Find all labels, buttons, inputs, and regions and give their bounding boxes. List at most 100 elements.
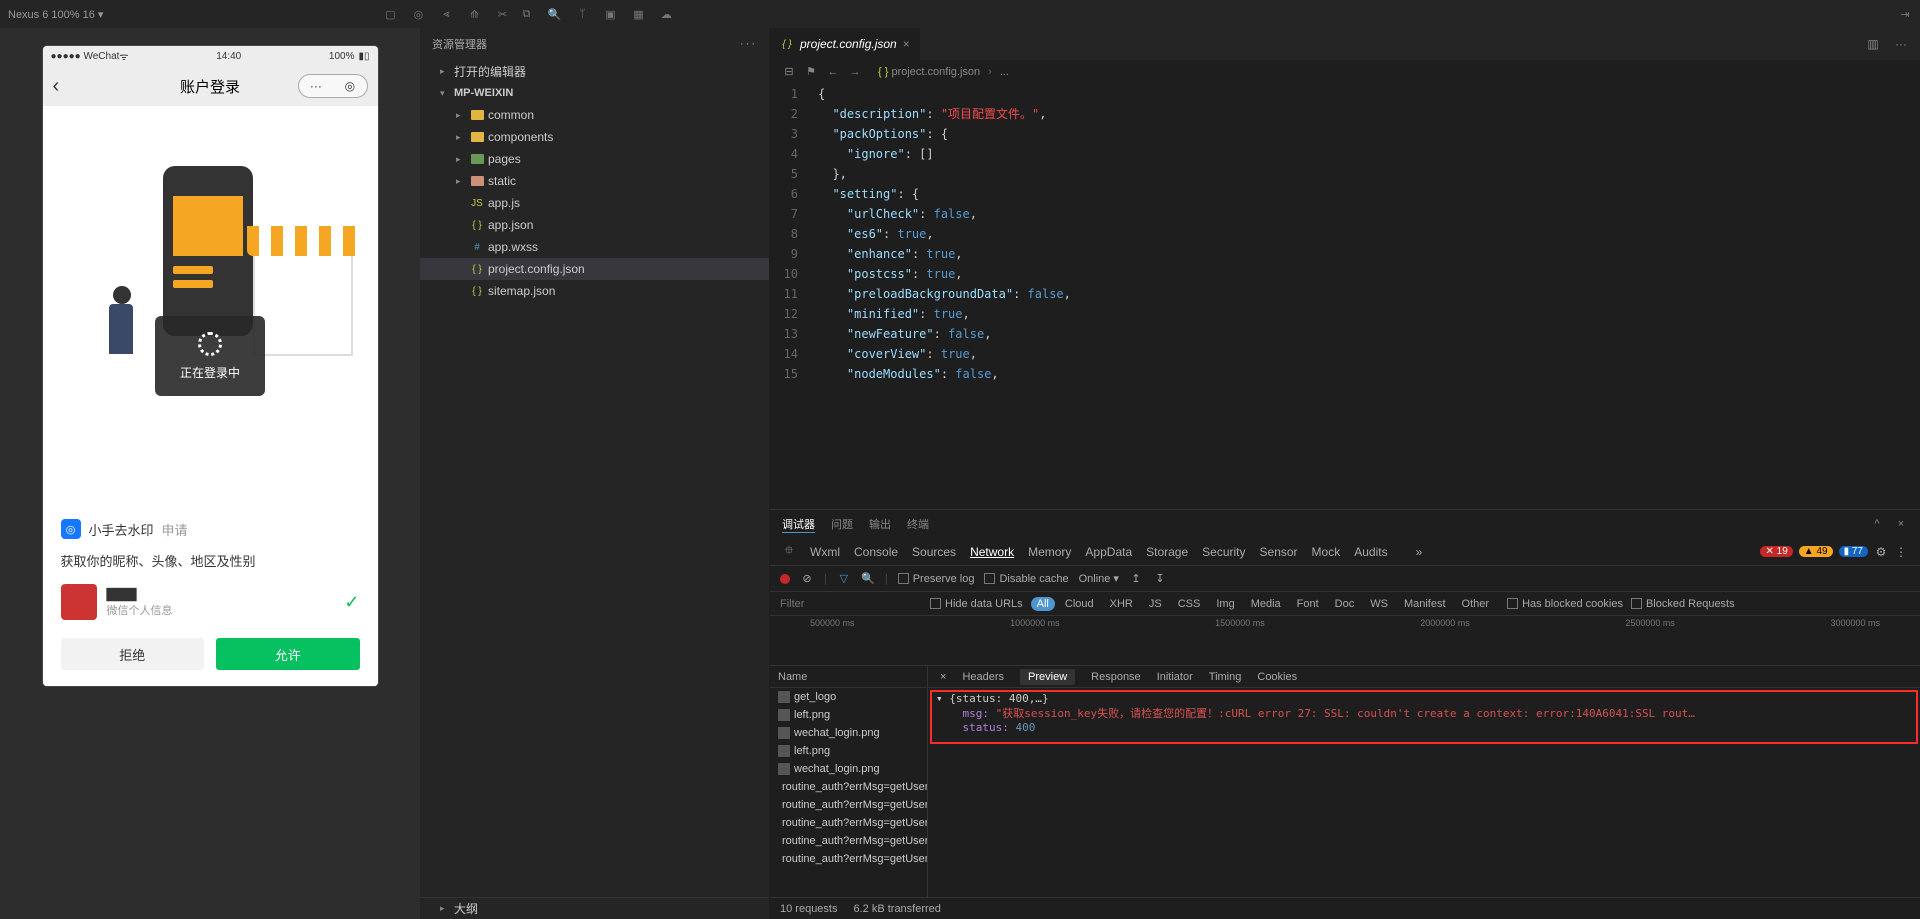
close-detail-icon[interactable]: × (940, 671, 946, 683)
gear-icon[interactable]: ⚙ (1874, 545, 1888, 559)
share-icon[interactable]: ⪡ (439, 7, 453, 21)
devtabs-more-icon[interactable]: » (1416, 545, 1423, 559)
filter-icon[interactable]: ▽ (837, 572, 851, 586)
project-section[interactable]: ▾MP-WEIXIN (420, 82, 769, 104)
filter-input[interactable] (780, 598, 922, 610)
filter-css[interactable]: CSS (1172, 597, 1207, 611)
tree-item-app-wxss[interactable]: #app.wxss (420, 236, 769, 258)
devtab-audits[interactable]: Audits (1354, 545, 1387, 559)
download-icon[interactable]: ↧ (1153, 572, 1167, 586)
box-icon[interactable]: ▣ (603, 7, 617, 21)
back-icon[interactable]: ‹ (53, 75, 60, 98)
cloud-icon[interactable]: ☁ (659, 7, 673, 21)
request-row[interactable]: get_logo (770, 688, 927, 706)
home-icon[interactable]: ⟰ (467, 7, 481, 21)
detail-tab-headers[interactable]: Headers (962, 671, 1004, 683)
has-blocked-cookies[interactable]: Has blocked cookies (1507, 598, 1623, 610)
nav-fwd-icon[interactable]: → (848, 65, 862, 79)
capsule-menu-icon[interactable]: ··· (310, 79, 322, 93)
allow-button[interactable]: 允许 (216, 638, 360, 670)
code-editor[interactable]: 123456789101112131415 { "description": "… (770, 84, 1920, 509)
request-row[interactable]: routine_auth?errMsg=getUser... (770, 778, 927, 796)
tree-item-components[interactable]: ▸components (420, 126, 769, 148)
filter-media[interactable]: Media (1245, 597, 1287, 611)
devtab-wxml[interactable]: Wxml (810, 545, 840, 559)
filter-font[interactable]: Font (1291, 597, 1325, 611)
tab-output[interactable]: 输出 (869, 516, 891, 532)
devtab-sources[interactable]: Sources (912, 545, 956, 559)
bookmark-icon[interactable]: ⚑ (804, 65, 818, 79)
devtab-security[interactable]: Security (1202, 545, 1245, 559)
request-row[interactable]: wechat_login.png (770, 760, 927, 778)
outline-section[interactable]: ▸大纲 (420, 897, 769, 919)
devtab-storage[interactable]: Storage (1146, 545, 1188, 559)
split-icon[interactable]: ▥ (1866, 37, 1880, 51)
online-select[interactable]: Online ▾ (1079, 572, 1119, 585)
device-icon[interactable]: ▢ (383, 7, 397, 21)
tree-item-static[interactable]: ▸static (420, 170, 769, 192)
tree-item-app-js[interactable]: JSapp.js (420, 192, 769, 214)
filter-other[interactable]: Other (1456, 597, 1496, 611)
branch-icon[interactable]: ᛘ (575, 7, 589, 21)
record-icon[interactable]: ◎ (411, 7, 425, 21)
warn-badge[interactable]: ▲ 49 (1799, 546, 1833, 557)
more-icon[interactable]: ··· (1894, 37, 1908, 51)
devtab-console[interactable]: Console (854, 545, 898, 559)
devtab-memory[interactable]: Memory (1028, 545, 1071, 559)
tab-project-config[interactable]: { } project.config.json × (770, 28, 920, 60)
filter-ws[interactable]: WS (1364, 597, 1394, 611)
detail-tab-preview[interactable]: Preview (1020, 669, 1075, 685)
deny-button[interactable]: 拒绝 (61, 638, 205, 670)
device-selector[interactable]: Nexus 6 100% 16 ▾ (8, 8, 103, 21)
close-icon[interactable]: × (903, 37, 910, 51)
request-row[interactable]: left.png (770, 742, 927, 760)
capsule[interactable]: ···◎ (298, 74, 368, 98)
tree-item-app-json[interactable]: { }app.json (420, 214, 769, 236)
record-icon[interactable] (780, 574, 790, 584)
detail-tab-initiator[interactable]: Initiator (1157, 671, 1193, 683)
filter-doc[interactable]: Doc (1329, 597, 1361, 611)
info-badge[interactable]: ▮ 77 (1839, 546, 1868, 557)
request-row[interactable]: wechat_login.png (770, 724, 927, 742)
filter-manifest[interactable]: Manifest (1398, 597, 1452, 611)
tab-terminal[interactable]: 终端 (907, 516, 929, 532)
grid-icon[interactable]: ▦ (631, 7, 645, 21)
devtab-network[interactable]: Network (970, 545, 1014, 559)
tab-debugger[interactable]: 调试器 (782, 516, 815, 533)
search-icon[interactable]: 🔍 (861, 572, 875, 586)
filter-img[interactable]: Img (1210, 597, 1240, 611)
filter-xhr[interactable]: XHR (1104, 597, 1139, 611)
devtab-appdata[interactable]: AppData (1085, 545, 1132, 559)
disable-cache[interactable]: Disable cache (984, 573, 1068, 585)
more-icon[interactable]: ··· (740, 38, 757, 50)
name-header[interactable]: Name (770, 666, 927, 688)
error-badge[interactable]: ✕ 19 (1760, 546, 1792, 557)
devtab-mock[interactable]: Mock (1312, 545, 1341, 559)
files-icon[interactable]: ⧉ (519, 7, 533, 21)
request-row[interactable]: routine_auth?errMsg=getUser... (770, 850, 927, 868)
preview-line-1[interactable]: ▾ {status: 400,…} (936, 692, 1912, 705)
upload-icon[interactable]: ↥ (1129, 572, 1143, 586)
request-row[interactable]: left.png (770, 706, 927, 724)
clear-icon[interactable]: ⊘ (800, 572, 814, 586)
goto-icon[interactable]: ⇥ (1898, 7, 1912, 21)
blocked-requests[interactable]: Blocked Requests (1631, 598, 1735, 610)
request-row[interactable]: routine_auth?errMsg=getUser... (770, 796, 927, 814)
filter-cloud[interactable]: Cloud (1059, 597, 1100, 611)
request-row[interactable]: routine_auth?errMsg=getUser... (770, 814, 927, 832)
tab-problems[interactable]: 问题 (831, 516, 853, 532)
hide-data-urls[interactable]: Hide data URLs (930, 598, 1023, 610)
detail-tab-timing[interactable]: Timing (1209, 671, 1242, 683)
kebab-icon[interactable]: ⋮ (1894, 545, 1908, 559)
tree-item-common[interactable]: ▸common (420, 104, 769, 126)
chevron-up-icon[interactable]: ^ (1870, 517, 1884, 531)
open-editors-section[interactable]: ▸打开的编辑器 (420, 60, 769, 82)
network-timeline[interactable]: 500000 ms1000000 ms1500000 ms2000000 ms2… (770, 616, 1920, 666)
search-icon[interactable]: 🔍 (547, 7, 561, 21)
filter-all[interactable]: All (1031, 597, 1055, 611)
panel-close-icon[interactable]: × (1894, 517, 1908, 531)
detail-tab-cookies[interactable]: Cookies (1257, 671, 1297, 683)
tree-item-project-config-json[interactable]: { }project.config.json (420, 258, 769, 280)
preserve-log[interactable]: Preserve log (898, 573, 975, 585)
devtab-sensor[interactable]: Sensor (1260, 545, 1298, 559)
